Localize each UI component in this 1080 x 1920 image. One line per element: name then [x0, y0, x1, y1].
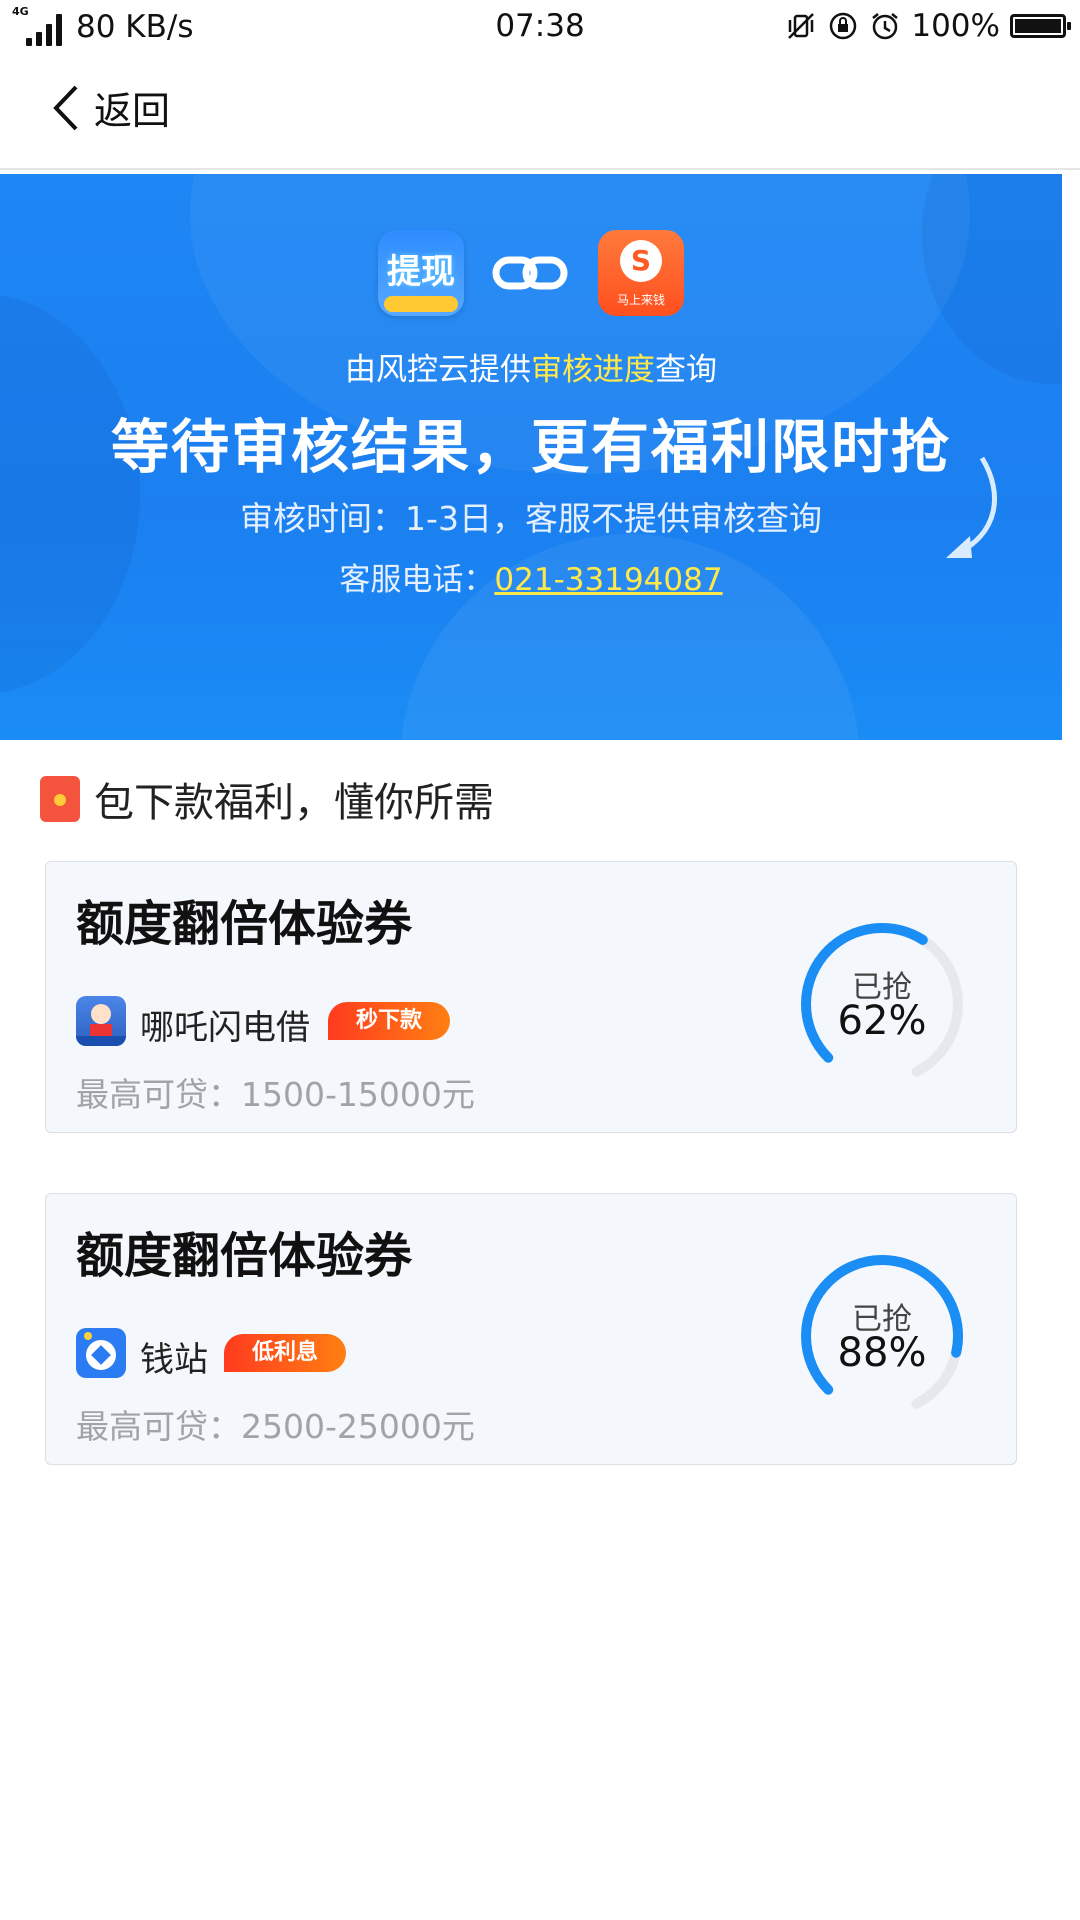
back-button[interactable]: 返回: [48, 80, 170, 135]
curved-arrow-icon: [946, 456, 997, 558]
banner-subtitle: 由风控云提供审核进度查询: [345, 352, 717, 388]
coupon-title: 额度翻倍体验券: [76, 1228, 413, 1284]
status-bar: 4G 80 KB/s 07:38 100%: [0, 0, 1080, 56]
link-icon: [492, 256, 568, 290]
app-name: 哪吒闪电借: [140, 1008, 310, 1048]
review-time: 审核时间：1-3日，客服不提供审核查询: [240, 499, 822, 538]
grabbed-percent: 62%: [837, 998, 927, 1044]
back-label: 返回: [94, 89, 171, 133]
battery-icon: [1010, 14, 1071, 38]
feature-tag: 低利息: [224, 1334, 347, 1372]
loan-limit: 最高可贷：1500-15000元: [76, 1075, 475, 1114]
section-title-text: 包下款福利，懂你所需: [94, 780, 494, 826]
banner-headline: 等待审核结果，更有福利限时抢: [110, 413, 951, 481]
nav-bar: 返回: [0, 56, 1080, 170]
loan-limit: 最高可贷：2500-25000元: [76, 1407, 475, 1446]
status-right: 100%: [785, 8, 1071, 44]
section-title: 包下款福利，懂你所需: [40, 770, 494, 828]
coupon-title: 额度翻倍体验券: [76, 896, 413, 952]
grabbed-percent: 88%: [837, 1330, 927, 1376]
chevron-left-icon: [53, 85, 78, 130]
alarm-icon: [872, 13, 899, 40]
red-packet-icon: [40, 776, 80, 822]
app-name: 钱站: [140, 1340, 208, 1380]
feature-tag: 秒下款: [328, 1002, 451, 1040]
grab-progress-ring: 已抢 62%: [796, 918, 968, 1090]
mashanglaiqian-app-logo: 马上来钱: [598, 230, 684, 316]
qianzhan-app-icon: [76, 1328, 126, 1378]
rotation-lock-icon: [830, 12, 857, 40]
tixian-app-logo: 提现: [378, 230, 464, 316]
subtitle-highlight: 审核进度: [531, 352, 655, 388]
battery-percent: 100%: [911, 8, 1000, 44]
partner-logos: 提现 马上来钱: [378, 230, 684, 318]
vibrate-off-icon: [788, 13, 815, 39]
phone-label: 客服电话：: [339, 562, 495, 598]
coupon-card[interactable]: 额度翻倍体验券 哪吒闪电借 秒下款 最高可贷：1500-15000元 已抢 62…: [45, 861, 1017, 1133]
mashang-logo-caption: 马上来钱: [616, 293, 665, 307]
service-phone: 客服电话：021-33194087: [0, 554, 1062, 599]
phone-number-link[interactable]: 021-33194087: [494, 562, 722, 598]
grab-progress-ring: 已抢 88%: [796, 1250, 968, 1422]
review-banner: 提现 马上来钱 由风控云提供审核进度查询 等待审核结果，更有福利限时抢 审核时间…: [0, 174, 1062, 740]
coupon-card[interactable]: 额度翻倍体验券 钱站 低利息 最高可贷：2500-25000元 已抢 88%: [45, 1193, 1017, 1465]
tixian-logo-text: 提现: [387, 252, 455, 292]
nezha-app-icon: [76, 996, 126, 1046]
